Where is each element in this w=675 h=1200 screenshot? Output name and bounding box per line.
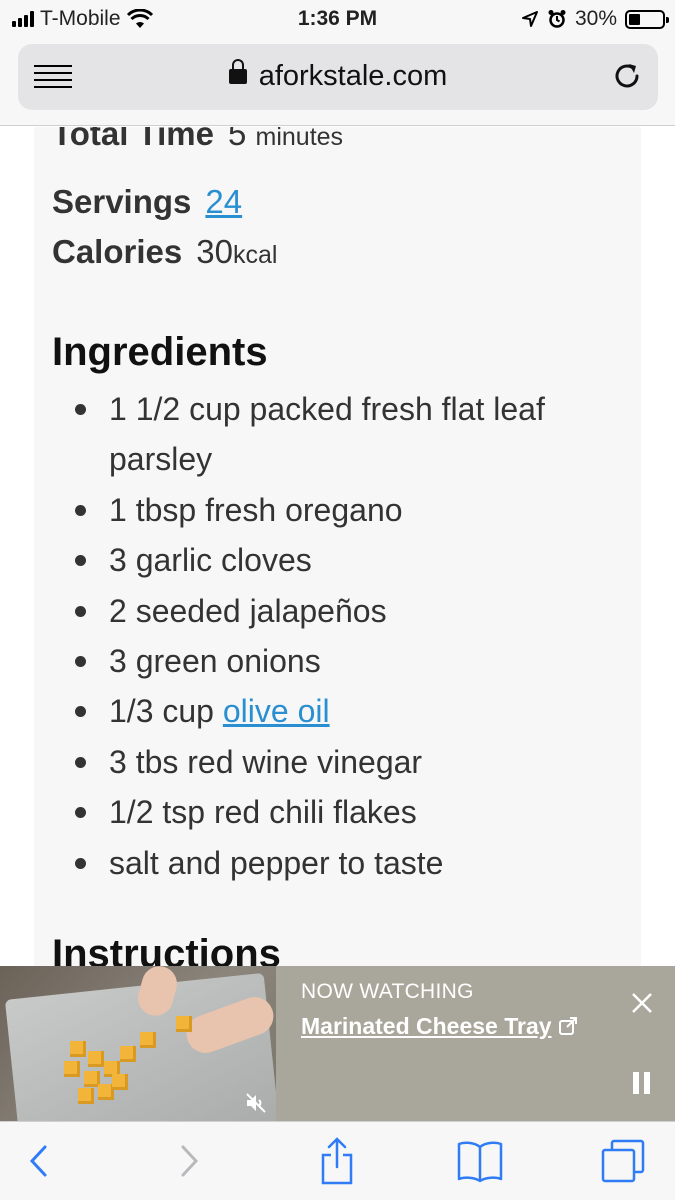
servings-label: Servings xyxy=(52,183,192,220)
calories-label: Calories xyxy=(52,233,183,270)
ingredient-item: 1 tbsp fresh oregano xyxy=(52,485,612,535)
video-title: Marinated Cheese Tray xyxy=(301,1013,552,1039)
url-text: aforkstale.com xyxy=(258,60,448,92)
alarm-icon xyxy=(548,10,566,28)
bookmarks-icon xyxy=(457,1141,503,1183)
ingredient-item: 3 garlic cloves xyxy=(52,535,612,585)
battery-percent: 30% xyxy=(574,7,617,30)
back-button[interactable] xyxy=(14,1136,64,1186)
video-title-link[interactable]: Marinated Cheese Tray xyxy=(301,1013,578,1040)
olive-oil-link[interactable]: olive oil xyxy=(223,693,330,729)
cheese-cube xyxy=(88,1051,104,1067)
cheese-cube xyxy=(120,1046,136,1062)
share-icon xyxy=(321,1137,353,1185)
ingredient-item: salt and pepper to taste xyxy=(52,838,612,888)
reload-icon[interactable] xyxy=(610,59,644,93)
cheese-cube xyxy=(112,1074,128,1090)
battery-icon xyxy=(625,9,669,29)
pause-icon[interactable] xyxy=(633,1072,653,1094)
status-bar: T-Mobile 1:36 PM 30% xyxy=(0,0,675,38)
calories-value: 30 xyxy=(196,233,233,270)
video-thumbnail[interactable] xyxy=(0,966,276,1121)
now-watching-label: NOW WATCHING xyxy=(301,980,474,1003)
cheese-cube xyxy=(140,1032,156,1048)
browser-address-area: aforkstale.com xyxy=(0,38,675,126)
total-time-label: Total Time xyxy=(52,127,214,152)
lock-icon xyxy=(228,59,247,84)
ingredient-item: 1/2 tsp red chili flakes xyxy=(52,787,612,837)
ingredients-list: 1 1/2 cup packed fresh flat leaf parsley… xyxy=(52,384,612,888)
bookmarks-button[interactable] xyxy=(455,1136,505,1186)
safari-toolbar xyxy=(0,1121,675,1200)
ingredient-item: 3 green onions xyxy=(52,636,612,686)
ingredient-item-olive-oil: 1/3 cup olive oil xyxy=(52,686,612,736)
servings-value-link[interactable]: 24 xyxy=(205,183,242,220)
tabs-icon xyxy=(601,1139,645,1183)
instructions-heading: Instructions xyxy=(52,932,281,967)
cheese-cube xyxy=(176,1016,192,1032)
cheese-cube xyxy=(70,1041,86,1057)
servings-row: Servings 24 xyxy=(52,183,242,221)
ingredients-heading: Ingredients xyxy=(52,330,268,374)
ingredient-text: 1/3 cup xyxy=(109,693,223,730)
forward-icon xyxy=(181,1145,199,1177)
ingredient-item: 1 1/2 cup packed fresh flat leaf parsley xyxy=(52,384,612,485)
ingredient-item: 2 seeded jalapeños xyxy=(52,586,612,636)
total-time-unit: minutes xyxy=(255,127,344,151)
close-icon[interactable] xyxy=(631,992,653,1014)
cheese-cube xyxy=(64,1061,80,1077)
location-icon xyxy=(521,11,538,27)
recipe-card: Total Time 5 minutes Servings 24 Calories 3… xyxy=(34,127,641,967)
total-time-value: 5 xyxy=(227,127,247,152)
calories-unit: kcal xyxy=(232,241,278,269)
mute-icon[interactable] xyxy=(244,1091,268,1115)
tabs-button[interactable] xyxy=(598,1136,648,1186)
status-right-group: 30% xyxy=(521,7,669,31)
forward-button[interactable] xyxy=(164,1136,214,1186)
ingredient-item: 3 tbs red wine vinegar xyxy=(52,737,612,787)
video-player-bar: NOW WATCHING Marinated Cheese Tray xyxy=(0,966,675,1121)
external-link-icon xyxy=(558,1017,577,1035)
share-button[interactable] xyxy=(312,1136,362,1186)
total-time-row: Total Time 5 minutes xyxy=(52,127,343,153)
back-icon xyxy=(29,1145,47,1177)
calories-row: Calories 30kcal xyxy=(52,233,277,271)
cheese-cube xyxy=(78,1088,94,1104)
address-bar[interactable]: aforkstale.com xyxy=(18,44,658,110)
url-display[interactable]: aforkstale.com xyxy=(18,59,658,93)
